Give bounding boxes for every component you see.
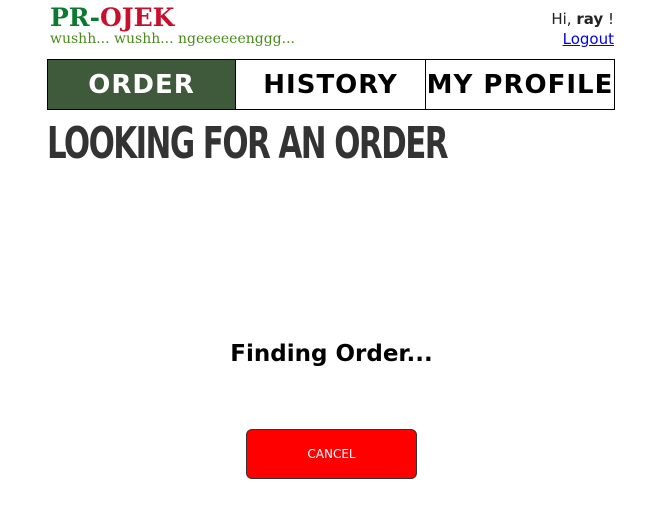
- main-nav: ORDER HISTORY MY PROFILE: [47, 59, 615, 110]
- tab-order[interactable]: ORDER: [47, 59, 236, 110]
- app-logo[interactable]: PR-OJEK: [50, 4, 174, 32]
- user-greeting: Hi, ray !: [551, 10, 614, 28]
- finding-order-status: Finding Order...: [230, 341, 433, 367]
- page-title: LOOKING FOR AN ORDER: [47, 118, 449, 169]
- logout-link[interactable]: Logout: [563, 30, 614, 48]
- logo-ojek: OJEK: [99, 3, 175, 32]
- tab-history[interactable]: HISTORY: [236, 59, 426, 110]
- tagline: wushh... wushh... ngeeeeeenggg...: [50, 31, 295, 47]
- username: ray: [576, 10, 604, 28]
- greeting-suffix: !: [607, 10, 614, 28]
- greeting-prefix: Hi,: [551, 10, 572, 28]
- logo-dash: -: [89, 3, 100, 32]
- cancel-button[interactable]: CANCEL: [246, 429, 417, 479]
- logo-pr: PR: [50, 3, 90, 32]
- tab-my-profile[interactable]: MY PROFILE: [426, 59, 615, 110]
- page: PR-OJEK wushh... wushh... ngeeeeeenggg..…: [0, 0, 657, 530]
